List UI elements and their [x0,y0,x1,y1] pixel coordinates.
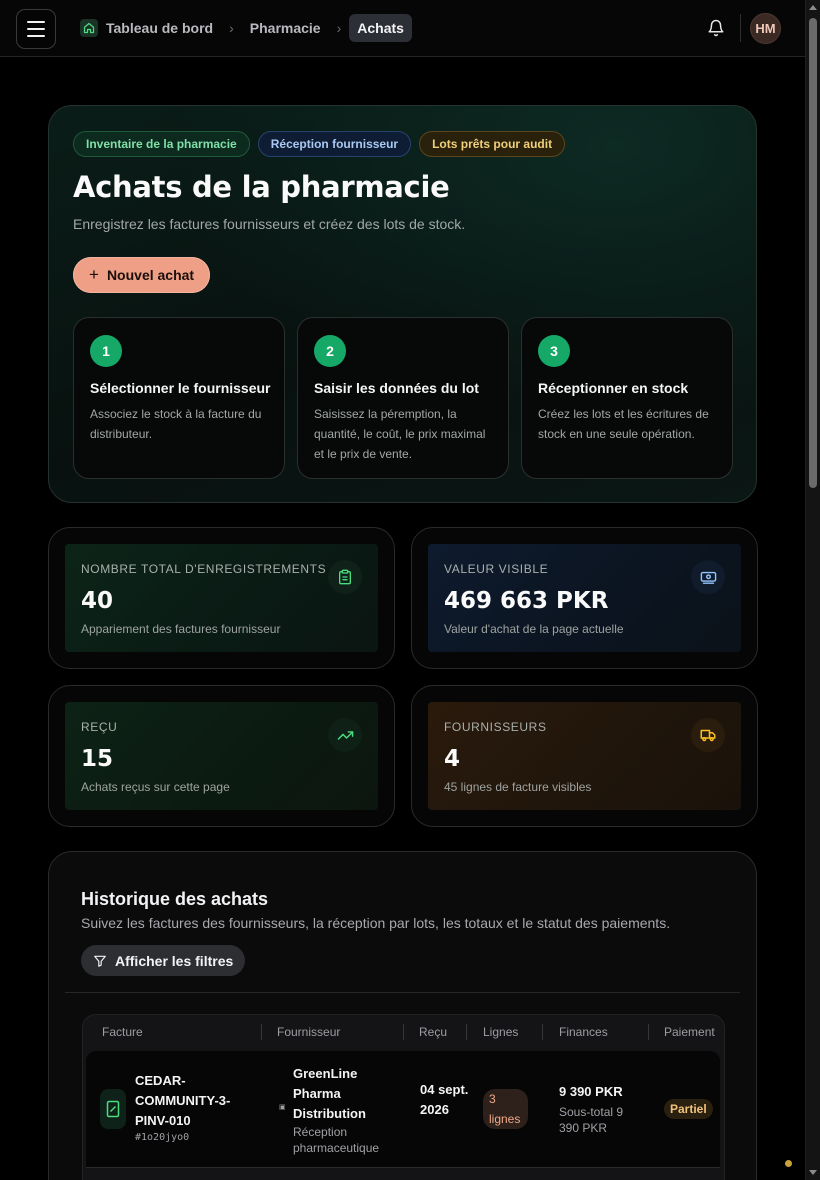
new-purchase-button[interactable]: + Nouvel achat [73,257,211,293]
step-title: Réceptionner en stock [538,380,689,396]
scroll-down-arrow[interactable] [809,1170,817,1175]
step-description: Créez les lots et les écritures de stock… [538,407,709,441]
banknote-icon [691,560,725,594]
table-row[interactable]: CEDAR-COMMUNITY-3-PINV-010 #1o20jyo0 ▣ G… [86,1051,720,1168]
tag-list: Inventaire de la pharmacie Réception fou… [73,131,566,157]
page-subtitle: Enregistrez les factures fournisseurs et… [73,216,466,232]
stat-label: Reçu [81,720,118,734]
filter-icon [94,955,106,967]
stat-value: 40 [81,588,114,614]
column-header-invoice[interactable]: Facture [102,1025,143,1039]
show-filters-button[interactable]: Afficher les filtres [81,945,246,976]
section-subtitle: Suivez les factures des fournisseurs, la… [81,915,671,931]
status-dot [785,1160,792,1167]
hero-panel: Inventaire de la pharmacie Réception fou… [48,105,757,503]
stat-value: 15 [81,746,114,772]
home-icon [80,19,98,37]
clipboard-icon [328,560,362,594]
tag-inventory: Inventaire de la pharmacie [73,131,250,157]
breadcrumb-label: Achats [357,20,404,36]
stat-card-received: Reçu 15 Achats reçus sur cette page [48,685,395,827]
payment-status-badge: Partiel [664,1099,713,1119]
step-number: 3 [538,335,570,367]
page-title: Achats de la pharmacie [73,170,450,204]
steps: 1 Sélectionner le fournisseur Associez l… [73,317,733,479]
breadcrumb-label: Tableau de bord [106,20,214,36]
top-bar: Tableau de bord › Pharmacie › Achats HM [0,0,805,57]
purchase-history-panel: Historique des achats Suivez les facture… [48,851,757,1180]
new-purchase-label: Nouvel achat [106,267,195,283]
scroll-up-arrow[interactable] [809,5,817,10]
tag-audit-lots: Lots prêts pour audit [419,131,566,157]
truck-icon [691,718,725,752]
stat-description: Achats reçus sur cette page [81,780,230,794]
invoice-number[interactable]: CEDAR-COMMUNITY-3-PINV-010 [135,1071,255,1131]
menu-icon [27,21,45,23]
stat-label: Nombre total d'enregistrements [81,562,327,576]
show-filters-label: Afficher les filtres [115,952,234,969]
stat-description: Valeur d'achat de la page actuelle [444,622,624,636]
step-title: Saisir les données du lot [314,380,479,396]
column-header-finances[interactable]: Finances [559,1025,608,1039]
purchase-table: Facture Fournisseur Reçu Lignes Finances… [82,1014,725,1180]
breadcrumb-pharmacy[interactable]: Pharmacie [242,14,329,42]
tag-supplier-receipt: Réception fournisseur [257,131,412,157]
section-title: Historique des achats [81,889,269,909]
page-scrollbar[interactable] [805,0,820,1180]
breadcrumb-label: Pharmacie [249,20,321,36]
stat-value: 469 663 PKR [444,588,609,614]
chevron-right-icon: › [229,20,234,36]
column-header-lines[interactable]: Lignes [483,1025,518,1039]
step-card: 2 Saisir les données du lot Saisissez la… [297,317,509,479]
building-icon: ▣ [279,1104,286,1111]
breadcrumb-dashboard[interactable]: Tableau de bord [80,14,221,42]
stat-description: 45 lignes de facture visibles [444,780,592,794]
stat-description: Appariement des factures fournisseur [81,622,281,636]
step-description: Saisissez la péremption, la quantité, le… [314,407,486,461]
lines-count-badge: 3 lignes [483,1089,528,1129]
menu-button[interactable] [16,9,56,49]
avatar[interactable]: HM [750,13,781,44]
supplier-name: GreenLine Pharma Distribution [293,1066,366,1121]
bell-icon[interactable] [704,16,728,40]
breadcrumb-purchases[interactable]: Achats [349,14,412,42]
scroll-thumb[interactable] [809,18,817,488]
supplier-type: Réception pharmaceutique [293,1125,380,1155]
stat-value: 4 [444,746,461,772]
stat-card-visible-value: Valeur visible 469 663 PKR Valeur d'acha… [411,527,758,669]
stat-label: Valeur visible [444,562,549,576]
step-number: 1 [90,335,122,367]
trending-up-icon [328,718,362,752]
step-card: 3 Réceptionner en stock Créez les lots e… [521,317,733,479]
finance-total: 9 390 PKR [559,1084,623,1099]
column-header-payment[interactable]: Paiement [664,1025,715,1039]
breadcrumb: Tableau de bord › Pharmacie › Achats [80,14,412,42]
invoice-code: #1o20jyo0 [135,1132,190,1143]
stat-label: Fournisseurs [444,720,547,734]
plus-icon: + [89,265,99,284]
stat-card-total-records: Nombre total d'enregistrements 40 Appari… [48,527,395,669]
step-description: Associez le stock à la facture du distri… [90,407,262,441]
stat-card-suppliers: Fournisseurs 4 45 lignes de facture visi… [411,685,758,827]
finance-subtotal: Sous-total 9 390 PKR [559,1105,624,1135]
column-header-received[interactable]: Reçu [419,1025,447,1039]
table-header: Facture Fournisseur Reçu Lignes Finances… [83,1015,724,1049]
receipt-icon [100,1089,126,1129]
step-number: 2 [314,335,346,367]
divider [65,992,740,993]
chevron-right-icon: › [336,20,342,36]
divider [740,14,741,42]
step-title: Sélectionner le fournisseur [90,380,271,396]
column-header-supplier[interactable]: Fournisseur [277,1025,340,1039]
received-date: 04 sept. 2026 [420,1082,469,1117]
step-card: 1 Sélectionner le fournisseur Associez l… [73,317,285,479]
